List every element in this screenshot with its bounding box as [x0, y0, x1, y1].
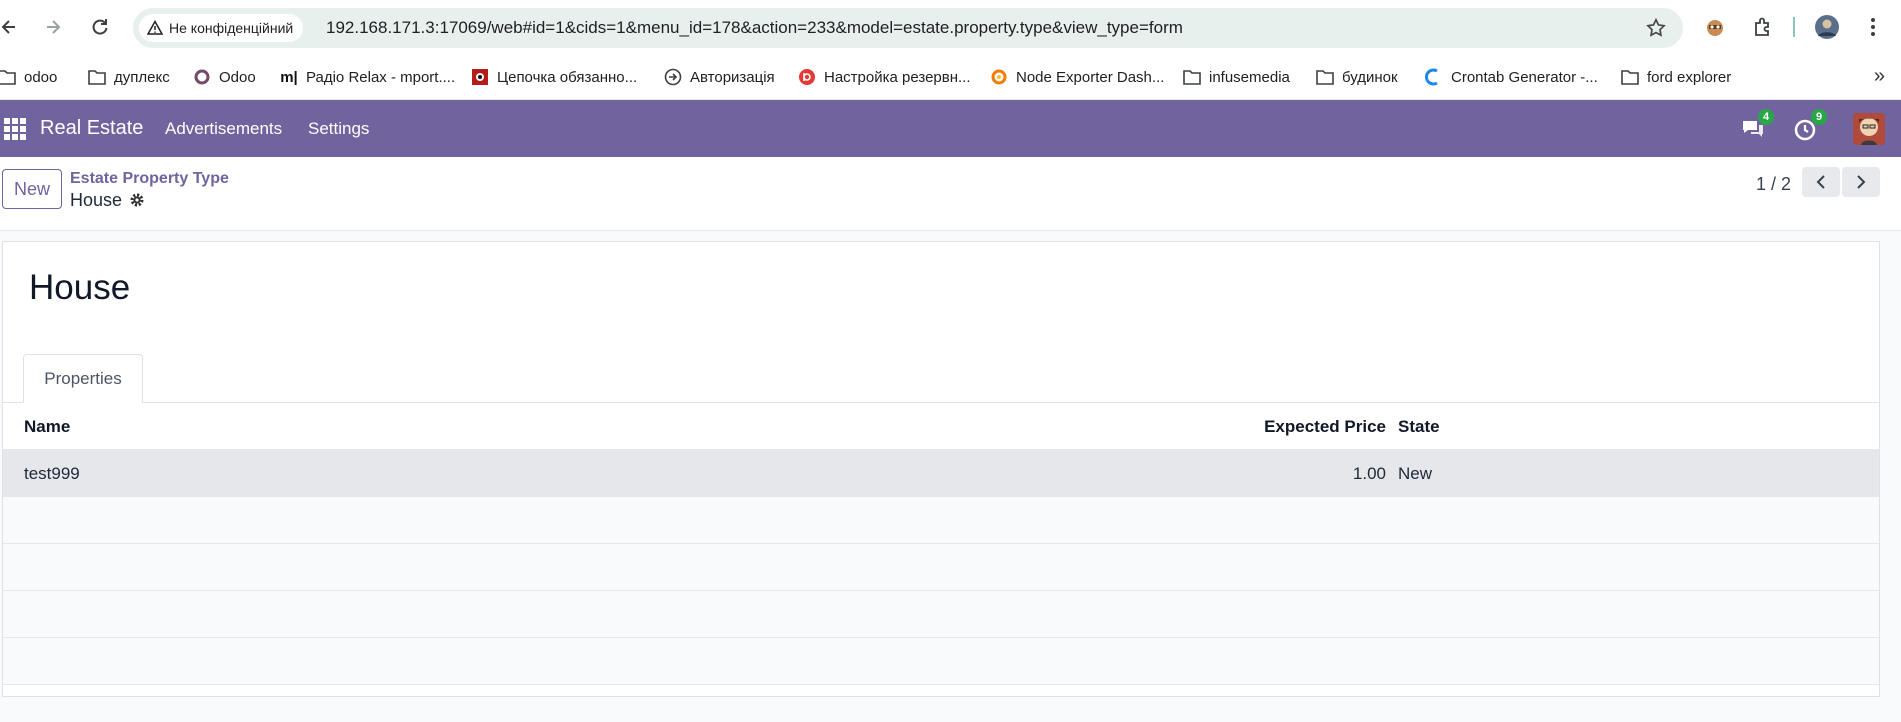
bookmark-infusemedia[interactable]: infusemedia [1183, 66, 1290, 88]
bookmark-label: odoo [24, 68, 58, 86]
bookmarks-bar: odoo дуплекс Odoo m| Радіо Relax - mport… [0, 55, 1901, 100]
odoo-logo-icon [193, 68, 211, 86]
folder-icon [0, 68, 16, 86]
menu-advertisements[interactable]: Advertisements [165, 119, 282, 139]
messages-count-badge: 4 [1758, 109, 1774, 125]
cell-expected-price: 1.00 [1352, 464, 1386, 483]
bookmark-duplex-folder[interactable]: дуплекс [88, 66, 170, 88]
column-header-state[interactable]: State [1398, 417, 1440, 437]
empty-row [3, 591, 1879, 638]
activities-button[interactable]: 9 [1793, 109, 1827, 142]
bookmark-label: дуплекс [114, 68, 170, 86]
bookmark-crontab[interactable]: Crontab Generator -... [1425, 66, 1598, 88]
tab-properties[interactable]: Properties [23, 354, 143, 403]
bookmark-label: infusemedia [1209, 68, 1290, 86]
grafana-icon [990, 68, 1008, 86]
new-button[interactable]: New [2, 169, 62, 209]
breadcrumb-current: House [70, 190, 123, 210]
folder-icon [1183, 68, 1201, 86]
table-row[interactable]: test999 1.00 New [3, 450, 1879, 497]
mport-logo-icon: m| [280, 68, 298, 86]
empty-row [3, 497, 1879, 544]
bookmark-label: ford explorer [1647, 68, 1732, 86]
pager-value[interactable]: 1 / 2 [1756, 174, 1791, 195]
form-sheet: House Properties Name Expected Price Sta… [2, 241, 1880, 697]
folder-icon [1316, 68, 1334, 86]
bookmark-label: Node Exporter Dash... [1016, 68, 1165, 86]
menu-settings[interactable]: Settings [308, 119, 369, 139]
bookmark-label: Радіо Relax - mport.... [306, 68, 456, 86]
properties-list: Name Expected Price State test999 1.00 N… [3, 403, 1879, 685]
bookmarks-overflow-icon[interactable]: » [1874, 65, 1885, 88]
backup-icon [798, 68, 816, 86]
reload-button[interactable] [85, 12, 115, 42]
breadcrumb-parent[interactable]: Estate Property Type [70, 170, 229, 188]
browser-menu-icon[interactable] [1860, 14, 1886, 40]
chevron-left-icon [1816, 175, 1825, 189]
bookmark-odoo[interactable]: Odoo [193, 66, 256, 88]
bookmark-node-exporter[interactable]: Node Exporter Dash... [990, 66, 1164, 88]
list-header: Name Expected Price State [3, 403, 1879, 450]
bookmark-chain[interactable]: Цепочка обязанно... [471, 66, 637, 88]
bookmark-star-icon[interactable] [1645, 17, 1667, 39]
extension-incognito-icon[interactable] [1702, 14, 1728, 40]
folder-icon [88, 68, 106, 86]
empty-row [3, 544, 1879, 591]
messages-button[interactable]: 4 [1740, 109, 1774, 142]
odoo-navbar: Real Estate Advertisements Settings 4 9 [0, 100, 1901, 157]
security-label: Не конфіденційний [169, 20, 294, 36]
chevron-right-icon [1857, 175, 1866, 189]
app-brand[interactable]: Real Estate [40, 117, 143, 140]
url-text[interactable]: 192.168.171.3:17069/web#id=1&cids=1&menu… [326, 18, 1183, 38]
forward-arrow-icon [47, 20, 61, 34]
back-arrow-icon [1, 20, 15, 34]
bookmark-odoo-folder[interactable]: odoo [0, 66, 57, 88]
security-chip[interactable]: Не конфіденційний [139, 14, 304, 42]
warning-triangle-icon [147, 20, 163, 35]
extensions-puzzle-icon[interactable] [1750, 14, 1776, 40]
apps-grid-icon[interactable] [4, 118, 26, 140]
bookmark-ford-explorer[interactable]: ford explorer [1621, 66, 1731, 88]
user-avatar[interactable] [1853, 113, 1885, 145]
back-button[interactable] [0, 12, 24, 42]
record-title[interactable]: House [29, 268, 130, 308]
bookmark-label: Настройка резервн... [824, 68, 971, 86]
user-avatar-image [1853, 113, 1885, 145]
bookmark-backup[interactable]: Настройка резервн... [798, 66, 971, 88]
column-header-expected-price[interactable]: Expected Price [1264, 417, 1386, 437]
cell-name: test999 [24, 464, 80, 483]
column-header-name[interactable]: Name [24, 417, 70, 437]
folder-icon [1621, 68, 1639, 86]
control-panel: New Estate Property Type House 1 / 2 [0, 157, 1901, 231]
toolbar-divider [1793, 17, 1795, 37]
empty-row [3, 638, 1879, 685]
browser-toolbar: Не конфіденційний 192.168.171.3:17069/we… [0, 0, 1901, 55]
cell-state: New [1398, 464, 1433, 483]
bookmark-label: Odoo [219, 68, 256, 86]
bookmark-budynok[interactable]: будинок [1316, 66, 1398, 88]
login-arrow-icon [664, 68, 682, 86]
address-bar[interactable]: Не конфіденційний 192.168.171.3:17069/we… [133, 8, 1683, 48]
bookmark-radio-relax[interactable]: m| Радіо Relax - mport.... [280, 66, 455, 88]
activities-count-badge: 9 [1811, 109, 1827, 125]
forward-button[interactable] [38, 12, 68, 42]
reload-icon [92, 19, 108, 35]
bookmark-label: Цепочка обязанно... [497, 68, 638, 86]
bookmark-label: Авторизація [690, 68, 775, 86]
notebook-tabs: Properties [3, 354, 1879, 403]
bookmark-label: Crontab Generator -... [1451, 68, 1598, 86]
profile-avatar[interactable] [1814, 14, 1840, 40]
bookmark-authorization[interactable]: Авторизація [664, 66, 775, 88]
crontab-icon [1425, 68, 1443, 86]
bookmark-label: будинок [1342, 68, 1398, 86]
pager-next-button[interactable] [1842, 167, 1880, 197]
chain-icon [471, 68, 489, 86]
gear-icon[interactable] [129, 192, 145, 208]
pager-previous-button[interactable] [1802, 167, 1840, 197]
